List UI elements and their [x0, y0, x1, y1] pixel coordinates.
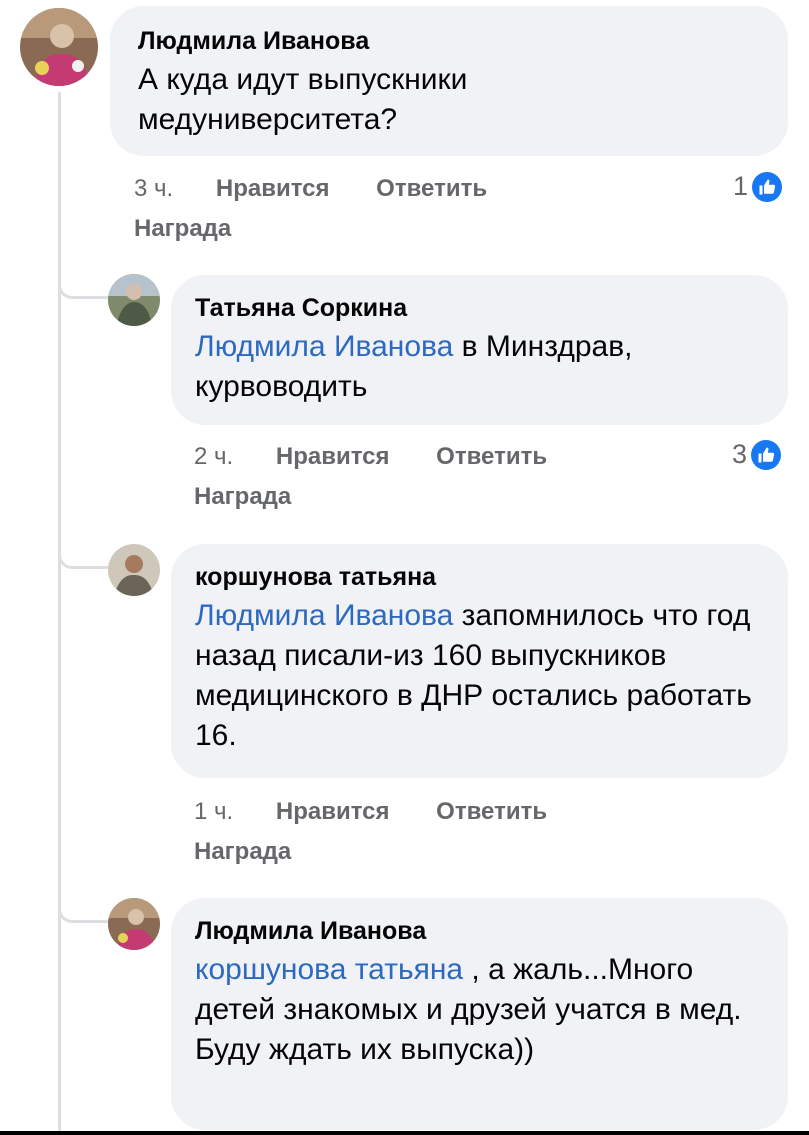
comment-time[interactable]: 1 ч. — [194, 798, 233, 826]
reply-button[interactable]: Ответить — [436, 443, 547, 471]
avatar-photo — [108, 898, 160, 950]
comment-author[interactable]: коршунова татьяна — [195, 562, 764, 592]
avatar-tatyana-sorkina[interactable] — [108, 274, 160, 326]
comment-time[interactable]: 3 ч. — [134, 175, 173, 203]
screen-edge — [0, 1131, 809, 1135]
thumbs-up-icon — [751, 439, 782, 470]
reply-connector — [58, 552, 113, 569]
avatar-lyudmila[interactable] — [108, 898, 160, 950]
avatar-photo — [108, 274, 160, 326]
comment-bubble-3: коршунова татьяна Людмила Иванова запомн… — [171, 544, 788, 778]
reply-connector — [58, 906, 113, 923]
reaction-count: 3 — [732, 439, 748, 469]
like-button[interactable]: Нравится — [276, 798, 390, 826]
mention-link[interactable]: Людмила Иванова — [195, 599, 453, 632]
award-button[interactable]: Награда — [194, 483, 547, 511]
reply-button[interactable]: Ответить — [376, 175, 487, 203]
mention-link[interactable]: коршунова татьяна — [195, 953, 463, 986]
thumbs-up-icon — [752, 171, 783, 202]
reply-connector — [58, 282, 113, 299]
comment-text: А куда идут выпускники медуниверситета? — [138, 60, 578, 140]
comment-text: коршунова татьяна , а жаль...Много детей… — [195, 950, 764, 1070]
comment-body: А куда идут выпускники медуниверситета? — [138, 63, 468, 136]
comment-time[interactable]: 2 ч. — [194, 443, 233, 471]
avatar-photo — [108, 544, 160, 596]
like-button[interactable]: Нравится — [276, 443, 390, 471]
comment-actions-1: 3 ч. Нравится Ответить Награда — [134, 175, 487, 243]
award-button[interactable]: Награда — [134, 215, 487, 243]
comment-bubble-2: Татьяна Соркина Людмила Иванова в Минздр… — [171, 275, 788, 425]
like-button[interactable]: Нравится — [216, 175, 330, 203]
comment-author[interactable]: Людмила Иванова — [138, 26, 760, 56]
mention-link[interactable]: Людмила Иванова — [195, 330, 453, 363]
thread-line — [58, 92, 61, 1132]
comment-actions-3: 1 ч. Нравится Ответить Награда — [194, 798, 547, 866]
avatar-lyudmila[interactable] — [20, 8, 98, 86]
avatar-photo — [20, 8, 98, 86]
comment-actions-2: 2 ч. Нравится Ответить Награда — [194, 443, 547, 511]
comment-author[interactable]: Татьяна Соркина — [195, 293, 764, 323]
comment-text: Людмила Иванова запомнилось что год наза… — [195, 596, 764, 756]
reaction-summary-2[interactable]: 3 — [732, 439, 782, 470]
reaction-count: 1 — [733, 171, 749, 201]
reply-button[interactable]: Ответить — [436, 798, 547, 826]
comment-author[interactable]: Людмила Иванова — [195, 916, 764, 946]
award-button[interactable]: Награда — [194, 838, 547, 866]
reaction-summary-1[interactable]: 1 — [733, 171, 783, 202]
avatar-korshunova[interactable] — [108, 544, 160, 596]
comment-text: Людмила Иванова в Минздрав, курвоводить — [195, 327, 764, 407]
comment-bubble-4: Людмила Иванова коршунова татьяна , а жа… — [171, 898, 788, 1130]
comment-bubble-1: Людмила Иванова А куда идут выпускники м… — [110, 6, 788, 156]
